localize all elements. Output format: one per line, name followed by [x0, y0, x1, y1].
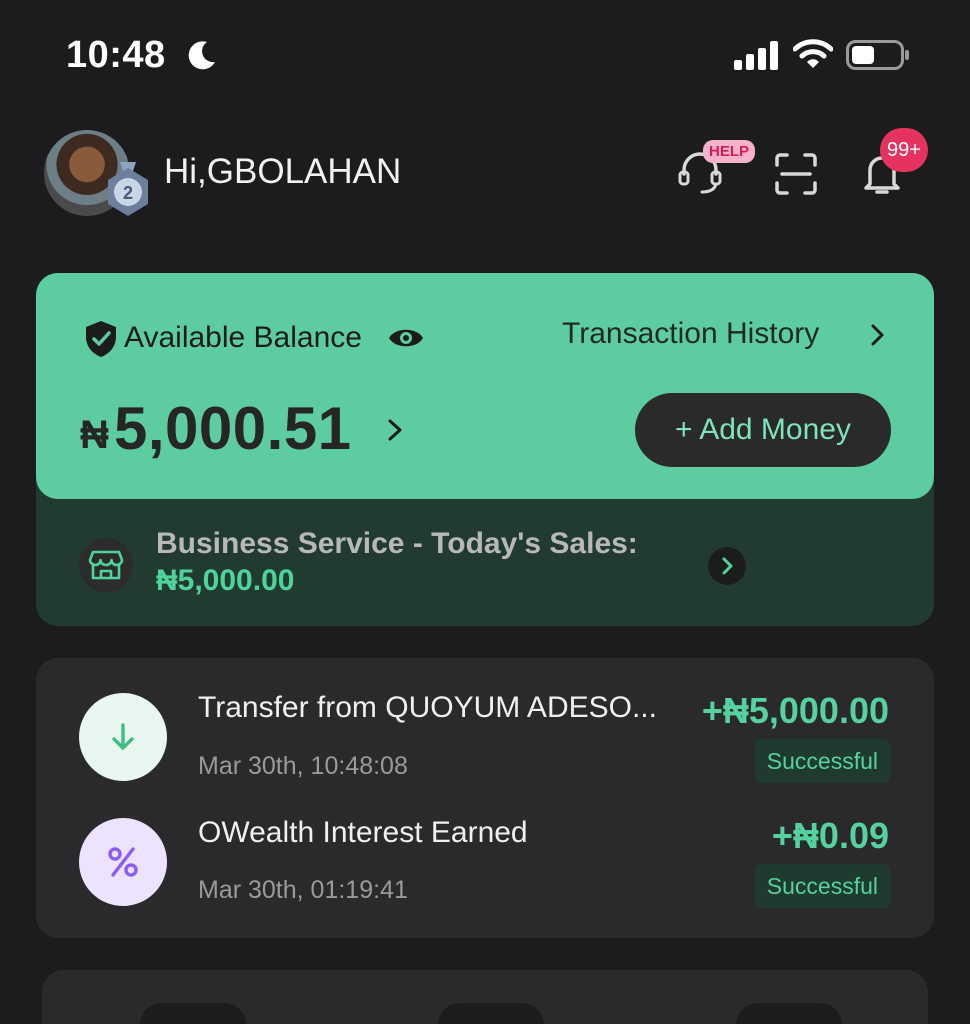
business-sales-title[interactable]: Business Service - Today's Sales: — [156, 527, 638, 561]
chevron-right-icon[interactable] — [717, 555, 737, 577]
quick-action-button[interactable] — [140, 1003, 246, 1024]
percent-icon — [108, 847, 138, 877]
medal-icon: 2 — [108, 162, 148, 216]
business-sales-amount: ₦5,000.00 — [156, 564, 295, 597]
transaction-amount: +₦5,000.00 — [701, 690, 889, 731]
transaction-status-badge: Successful — [754, 864, 890, 908]
wifi-icon — [793, 39, 833, 68]
status-time: 10:48 — [66, 34, 166, 76]
transaction-status-badge: Successful — [754, 739, 890, 783]
arrow-down-icon — [112, 723, 134, 750]
quick-action-button[interactable] — [736, 1003, 842, 1024]
transaction-icon — [79, 818, 167, 906]
transaction-date: Mar 30th, 01:19:41 — [198, 876, 408, 904]
chevron-right-icon[interactable] — [384, 416, 406, 444]
battery-icon — [846, 40, 909, 70]
greeting-text: Hi,GBOLAHAN — [164, 152, 402, 191]
balance-amount[interactable]: 5,000.51 — [114, 394, 352, 463]
currency-symbol: ₦ — [80, 413, 109, 457]
available-balance-label: Available Balance — [124, 321, 362, 354]
medal-level: 2 — [123, 183, 133, 203]
chevron-right-icon[interactable] — [866, 322, 888, 348]
profile-avatar[interactable]: 2 — [44, 130, 150, 220]
add-money-button[interactable]: + Add Money — [635, 393, 891, 467]
transaction-date: Mar 30th, 10:48:08 — [198, 752, 408, 780]
store-icon — [88, 550, 124, 580]
status-bar: 10:48 — [0, 0, 970, 110]
notification-count-badge: 99+ — [880, 128, 928, 172]
quick-action-button[interactable] — [438, 1003, 544, 1024]
transaction-amount: +₦0.09 — [771, 815, 889, 856]
transaction-icon — [79, 693, 167, 781]
help-badge: HELP — [703, 140, 756, 163]
transaction-history-link[interactable]: Transaction History — [562, 317, 819, 351]
cellular-signal-icon — [734, 41, 778, 70]
shield-check-icon — [86, 321, 116, 357]
transaction-title[interactable]: Transfer from QUOYUM ADESO... — [198, 691, 657, 725]
eye-icon[interactable] — [387, 323, 425, 353]
transaction-title[interactable]: OWealth Interest Earned — [198, 816, 528, 850]
moon-icon — [188, 41, 215, 70]
scan-icon[interactable] — [774, 152, 818, 196]
